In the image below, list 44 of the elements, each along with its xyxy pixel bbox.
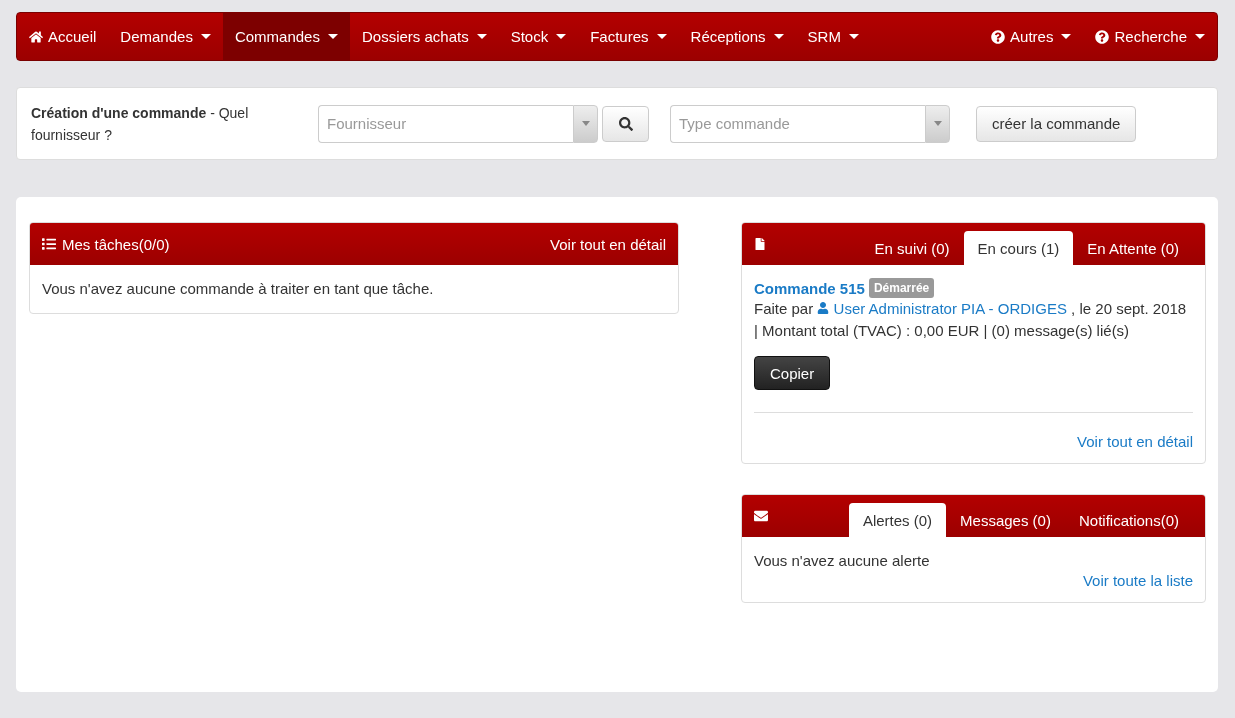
search-button[interactable] bbox=[602, 105, 649, 142]
nav-item[interactable]: Demandes bbox=[108, 13, 223, 60]
copy-button[interactable]: Copier bbox=[754, 356, 831, 390]
help-icon bbox=[991, 29, 1006, 44]
order-link[interactable]: Commande 515 bbox=[754, 279, 865, 297]
list-icon bbox=[42, 237, 56, 251]
supplier-field[interactable]: Fournisseur bbox=[318, 104, 573, 143]
nav-item[interactable]: Réceptions bbox=[678, 13, 796, 60]
dropdown-toggle[interactable] bbox=[573, 104, 598, 143]
panel-tab[interactable]: En suivi (0) bbox=[860, 231, 964, 265]
nav-item[interactable]: Stock bbox=[498, 13, 579, 60]
file-icon bbox=[754, 238, 766, 250]
detail-link[interactable]: Voir tout en détail bbox=[1077, 433, 1193, 450]
empty-message: Vous n'avez aucune alerte bbox=[754, 551, 931, 571]
create-button[interactable]: créer la commande bbox=[976, 105, 1137, 142]
nav-item[interactable]: Recherche bbox=[1083, 13, 1217, 60]
nav-item[interactable]: Dossiers achats bbox=[349, 13, 499, 60]
panel-tab[interactable]: En Attente (0) bbox=[1073, 231, 1193, 265]
order-details: Faite par User Administrator PIA - ORDIGES , le 20 sept. 2018 | Montant total (TVAC) : 0,00 EUR | (0) message(s) lié(s) bbox=[754, 299, 1188, 341]
empty-message: Vous n'avez aucune commande à traiter en tant que tâche. bbox=[42, 279, 435, 299]
panel-title: Mes tâches(0/0) bbox=[42, 235, 170, 253]
user-icon bbox=[817, 302, 830, 314]
list-link[interactable]: Voir toute la liste bbox=[1082, 572, 1193, 589]
form-title: Création d'une commande - Quel fournisseur ? bbox=[31, 103, 250, 145]
dropdown-toggle[interactable] bbox=[925, 104, 950, 143]
nav-item[interactable]: SRM bbox=[795, 13, 871, 60]
user-link[interactable]: User Administrator PIA - ORDIGES bbox=[817, 300, 1067, 317]
search-icon bbox=[618, 116, 633, 131]
status-label: Démarrée bbox=[868, 278, 935, 298]
panel-tab[interactable]: En cours (1) bbox=[963, 231, 1074, 265]
help-icon bbox=[1095, 29, 1110, 44]
type-field[interactable]: Type commande bbox=[670, 104, 925, 143]
nav-item[interactable]: Autres bbox=[979, 13, 1084, 60]
panel-tab[interactable]: Messages (0) bbox=[946, 503, 1065, 537]
nav-item[interactable]: Commandes bbox=[222, 13, 350, 60]
dropdown-icon bbox=[933, 121, 942, 126]
home-icon bbox=[29, 29, 43, 44]
panel-tab[interactable]: Alertes (0) bbox=[848, 503, 947, 537]
nav-item[interactable]: Factures bbox=[578, 13, 679, 60]
nav-item[interactable]: Accueil bbox=[17, 13, 109, 60]
envelope-icon bbox=[754, 509, 768, 523]
panel-tab[interactable]: Notifications(0) bbox=[1064, 503, 1193, 537]
dropdown-icon bbox=[581, 121, 590, 126]
detail-link[interactable]: Voir tout en détail bbox=[550, 235, 666, 253]
